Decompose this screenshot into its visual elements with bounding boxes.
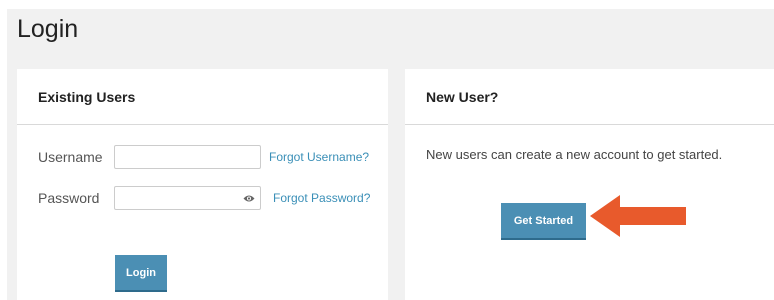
forgot-password-link[interactable]: Forgot Password? <box>273 191 370 205</box>
page-title: Login <box>17 15 79 43</box>
username-label: Username <box>38 149 103 165</box>
password-input[interactable] <box>114 186 261 210</box>
password-label: Password <box>38 190 100 206</box>
login-button[interactable]: Login <box>115 255 167 292</box>
forgot-username-link[interactable]: Forgot Username? <box>269 150 369 164</box>
new-user-description: New users can create a new account to ge… <box>426 147 723 162</box>
eye-icon[interactable] <box>243 194 255 203</box>
new-user-heading: New User? <box>405 69 774 125</box>
password-row: Password Forgot Password? <box>17 186 388 212</box>
existing-users-panel: Existing Users Username Forgot Username?… <box>17 69 388 300</box>
existing-users-heading: Existing Users <box>17 69 388 125</box>
username-input[interactable] <box>114 145 261 169</box>
get-started-button[interactable]: Get Started <box>501 203 586 240</box>
username-row: Username Forgot Username? <box>17 145 388 171</box>
new-user-panel: New User? New users can create a new acc… <box>405 69 774 300</box>
arrow-left-icon <box>590 195 686 237</box>
